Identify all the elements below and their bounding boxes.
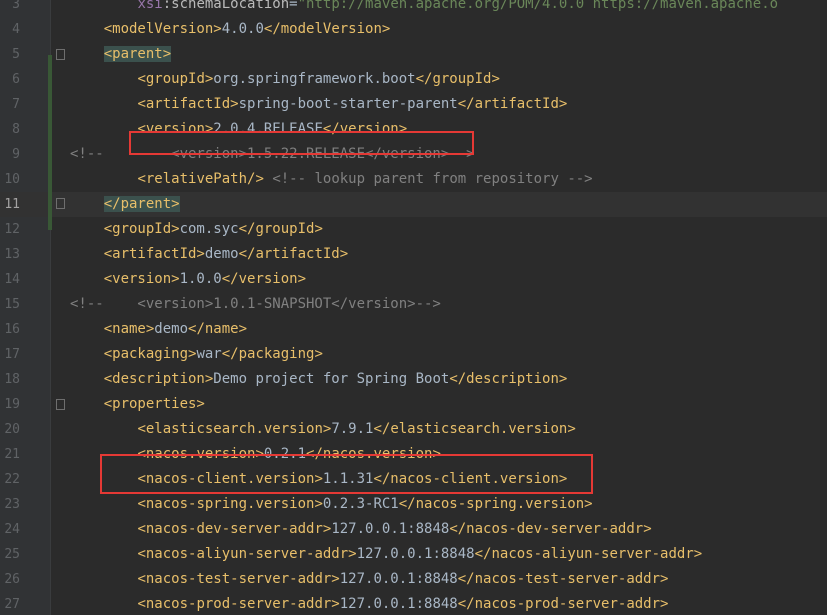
code-line[interactable]: 18 <description>Demo project for Spring … (0, 367, 827, 392)
line-number: 8 (12, 122, 20, 137)
code-line[interactable]: 27 <nacos-prod-server-addr>127.0.0.1:884… (0, 592, 827, 615)
code-text[interactable]: <modelVersion>4.0.0</modelVersion> (70, 17, 391, 42)
fold-close-icon[interactable] (56, 198, 65, 209)
line-number: 24 (4, 522, 20, 537)
line-number: 3 (12, 0, 20, 12)
line-number: 20 (4, 422, 20, 437)
line-number: 13 (4, 247, 20, 262)
line-number: 5 (12, 47, 20, 62)
line-number: 10 (4, 172, 20, 187)
code-text[interactable]: <!-- <version>1.0.1-SNAPSHOT</version>--… (70, 292, 441, 317)
line-number: 27 (4, 597, 20, 612)
code-text[interactable]: </parent> (70, 192, 180, 217)
highlight-box-nacos-version (100, 454, 593, 494)
code-line[interactable]: 4 <modelVersion>4.0.0</modelVersion> (0, 17, 827, 42)
line-number: 14 (4, 272, 20, 287)
line-number: 25 (4, 547, 20, 562)
code-line[interactable]: 12 <groupId>com.syc</groupId> (0, 217, 827, 242)
code-line[interactable]: 16 <name>demo</name> (0, 317, 827, 342)
code-line[interactable]: 17 <packaging>war</packaging> (0, 342, 827, 367)
code-line[interactable]: 10 <relativePath/> <!-- lookup parent fr… (0, 167, 827, 192)
line-number: 18 (4, 372, 20, 387)
code-text[interactable]: <packaging>war</packaging> (70, 342, 323, 367)
line-number: 21 (4, 447, 20, 462)
code-line[interactable]: 26 <nacos-test-server-addr>127.0.0.1:884… (0, 567, 827, 592)
code-line[interactable]: 24 <nacos-dev-server-addr>127.0.0.1:8848… (0, 517, 827, 542)
line-number: 7 (12, 97, 20, 112)
code-line[interactable]: 19 <properties> (0, 392, 827, 417)
line-number: 4 (12, 22, 20, 37)
code-text[interactable]: <name>demo</name> (70, 317, 247, 342)
code-line[interactable]: 13 <artifactId>demo</artifactId> (0, 242, 827, 267)
code-text[interactable]: <nacos-dev-server-addr>127.0.0.1:8848</n… (70, 517, 651, 542)
code-text[interactable]: <relativePath/> <!-- lookup parent from … (70, 167, 592, 192)
line-number: 15 (4, 297, 20, 312)
line-number: 22 (4, 472, 20, 487)
code-text[interactable]: <artifactId>spring-boot-starter-parent</… (70, 92, 567, 117)
code-text[interactable]: <groupId>org.springframework.boot</group… (70, 67, 499, 92)
code-line[interactable]: 23 <nacos-spring.version>0.2.3-RC1</naco… (0, 492, 827, 517)
code-text[interactable]: <description>Demo project for Spring Boo… (70, 367, 568, 392)
code-text[interactable]: <nacos-aliyun-server-addr>127.0.0.1:8848… (70, 542, 702, 567)
highlight-box-parent-version (129, 131, 474, 155)
line-number: 6 (12, 72, 20, 87)
code-line[interactable]: 15 <!-- <version>1.0.1-SNAPSHOT</version>… (0, 292, 827, 317)
line-number: 23 (4, 497, 20, 512)
line-number: 17 (4, 347, 20, 362)
code-line[interactable]: 25 <nacos-aliyun-server-addr>127.0.0.1:8… (0, 542, 827, 567)
code-text[interactable]: <parent> (70, 42, 172, 67)
code-line[interactable]: 6 <groupId>org.springframework.boot</gro… (0, 67, 827, 92)
fold-open-icon[interactable] (56, 399, 65, 410)
line-number: 19 (4, 397, 20, 412)
code-line[interactable]: 3 xsi:schemaLocation="http://maven.apach… (0, 0, 827, 17)
code-text[interactable]: <version>1.0.0</version> (70, 267, 306, 292)
line-number: 26 (4, 572, 20, 587)
code-text[interactable]: <groupId>com.syc</groupId> (70, 217, 323, 242)
code-text[interactable]: <artifactId>demo</artifactId> (70, 242, 348, 267)
code-editor[interactable]: 3 xsi:schemaLocation="http://maven.apach… (0, 0, 827, 615)
line-number: 16 (4, 322, 20, 337)
code-text[interactable]: <nacos-prod-server-addr>127.0.0.1:8848</… (70, 592, 668, 615)
code-text[interactable]: <nacos-spring.version>0.2.3-RC1</nacos-s… (70, 492, 592, 517)
code-line[interactable]: 5 <parent> (0, 42, 827, 67)
code-text[interactable]: <properties> (70, 392, 205, 417)
line-number: 12 (4, 222, 20, 237)
modified-lines-marker (48, 55, 52, 230)
code-line[interactable]: 11 </parent> (0, 192, 827, 217)
code-text[interactable]: <nacos-test-server-addr>127.0.0.1:8848</… (70, 567, 668, 592)
fold-open-icon[interactable] (56, 49, 65, 60)
line-number: 9 (12, 147, 20, 162)
code-text[interactable]: <elasticsearch.version>7.9.1</elasticsea… (70, 417, 575, 442)
code-line[interactable]: 20 <elasticsearch.version>7.9.1</elastic… (0, 417, 827, 442)
code-line[interactable]: 14 <version>1.0.0</version> (0, 267, 827, 292)
line-number: 11 (4, 197, 20, 212)
code-line[interactable]: 7 <artifactId>spring-boot-starter-parent… (0, 92, 827, 117)
code-text[interactable]: xsi:schemaLocation="http://maven.apache.… (70, 0, 778, 17)
